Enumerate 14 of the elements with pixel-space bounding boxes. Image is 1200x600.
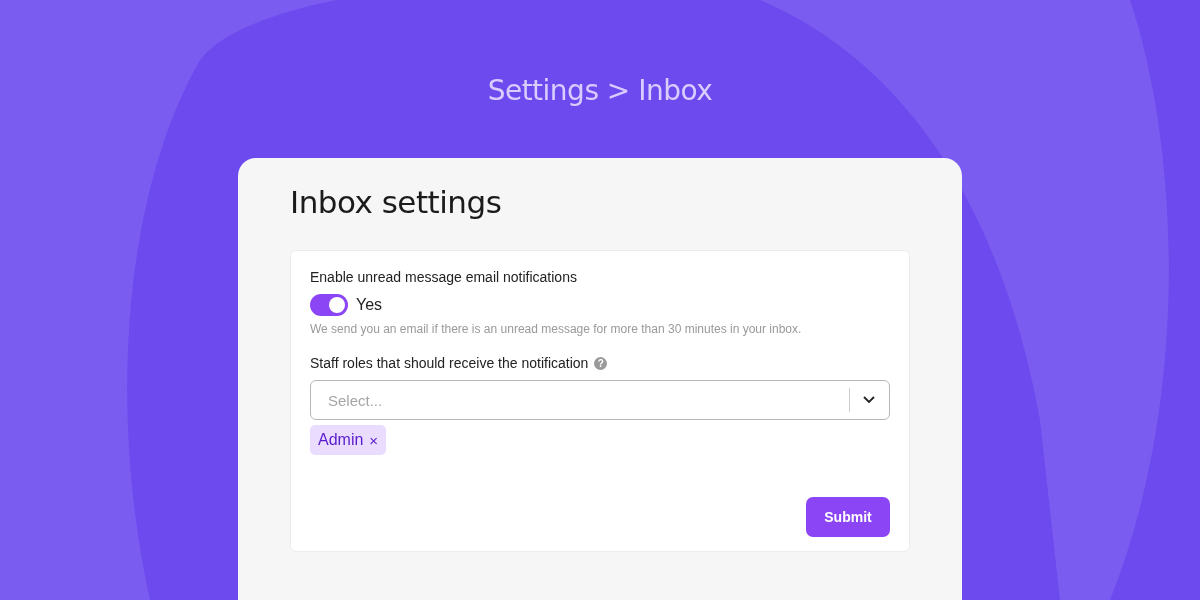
toggle-switch[interactable] xyxy=(310,294,348,316)
tag-label: Admin xyxy=(318,431,364,449)
field-label: Staff roles that should receive the notification xyxy=(310,355,589,371)
remove-tag-button[interactable]: × xyxy=(369,431,379,449)
field-label: Enable unread message email notifications xyxy=(310,269,578,285)
select-field[interactable]: Select... xyxy=(310,380,890,420)
hint-text: We send you an email if there is an unread message for more than 30 minutes in your inbox. xyxy=(310,322,803,336)
help-icon[interactable]: ? xyxy=(594,356,608,370)
toggle-label: Yes xyxy=(356,296,383,314)
page-title: Inbox settings xyxy=(290,184,503,220)
submit-button[interactable]: Submit xyxy=(806,497,890,537)
select-input[interactable]: Select... xyxy=(326,390,849,410)
breadcrumb: Settings > Inbox xyxy=(487,74,713,109)
chevron-down-icon[interactable] xyxy=(863,396,875,404)
